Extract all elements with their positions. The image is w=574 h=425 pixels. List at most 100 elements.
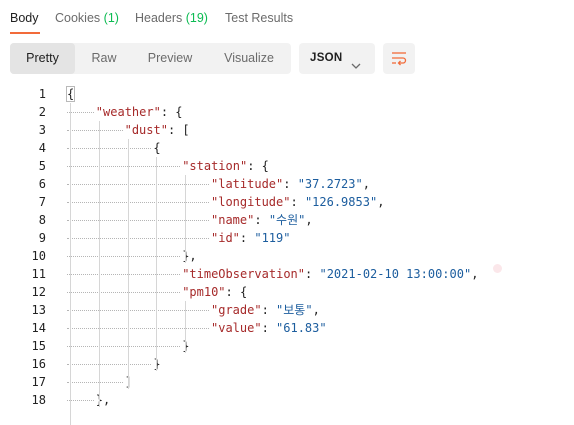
line-number: 17 <box>31 375 46 389</box>
line-number: 18 <box>31 393 46 407</box>
indent-whitespace-marker <box>67 166 181 167</box>
json-punctuation: : { <box>160 105 183 119</box>
json-punctuation: : <box>254 213 269 227</box>
line-number: 6 <box>38 177 46 191</box>
code-text: "station": { <box>182 157 269 175</box>
code-text: "dust": [ <box>125 121 190 139</box>
view-mode-switcher: Pretty Raw Preview Visualize <box>10 43 291 74</box>
json-key: "id" <box>211 231 240 245</box>
view-mode-raw-button[interactable]: Raw <box>75 43 133 74</box>
json-string-value: "61.83" <box>276 321 327 335</box>
format-select[interactable]: JSON <box>299 43 375 74</box>
indent-whitespace-marker <box>67 202 209 203</box>
json-string-value: "수원" <box>268 213 306 227</box>
code-text: "longitude": "126.9853", <box>211 193 384 211</box>
json-punctuation: { <box>65 86 76 102</box>
json-punctuation: : <box>239 231 255 245</box>
json-punctuation: , <box>312 303 320 317</box>
json-key: "pm10" <box>182 285 226 299</box>
line-number: 16 <box>31 357 46 371</box>
code-line: 7 "longitude": "126.9853", <box>0 193 574 211</box>
wrap-lines-button[interactable] <box>383 43 415 74</box>
indent-whitespace-marker <box>67 328 209 329</box>
json-punctuation: : { <box>225 285 248 299</box>
code-line: 1{ <box>0 85 574 103</box>
json-key: "weather" <box>95 105 161 119</box>
code-line: 18}, <box>0 391 574 409</box>
tab-test-results[interactable]: Test Results <box>225 11 293 25</box>
active-tab-indicator <box>10 32 40 34</box>
code-text: { <box>153 139 160 157</box>
tab-headers[interactable]: Headers (19) <box>135 11 208 25</box>
code-text: "grade": "보통", <box>211 301 320 319</box>
json-punctuation: , <box>377 195 385 209</box>
indent-whitespace-marker <box>67 346 181 347</box>
code-line: 11 "timeObservation": "2021-02-10 13:00:0… <box>0 265 574 283</box>
indent-whitespace-marker <box>67 220 209 221</box>
line-number: 3 <box>38 123 46 137</box>
code-line: 5 "station": { <box>0 157 574 175</box>
line-number: 8 <box>38 213 46 227</box>
code-text: "pm10": { <box>182 283 247 301</box>
json-punctuation: : <box>305 267 320 281</box>
json-key: "longitude" <box>211 195 291 209</box>
tab-body[interactable]: Body <box>10 11 39 25</box>
json-punctuation: : [ <box>167 123 190 137</box>
tab-headers-label: Headers <box>135 11 183 25</box>
view-mode-preview-button[interactable]: Preview <box>133 43 207 74</box>
code-line: 13 "grade": "보통", <box>0 301 574 319</box>
tab-cookies-label: Cookies <box>55 11 101 25</box>
view-mode-pretty-button[interactable]: Pretty <box>10 43 75 74</box>
format-select-value: JSON <box>310 52 343 64</box>
code-line: 8 "name": "수원", <box>0 211 574 229</box>
cursor-marker <box>493 264 502 273</box>
indent-whitespace-marker <box>67 238 209 239</box>
indent-whitespace-marker <box>67 364 152 365</box>
json-string-value: "126.9853" <box>304 195 378 209</box>
code-line: 4{ <box>0 139 574 157</box>
json-punctuation: : <box>283 177 298 191</box>
tab-test-results-label: Test Results <box>225 11 294 25</box>
json-punctuation: { <box>153 141 161 155</box>
json-string-value: "119" <box>254 231 291 245</box>
line-number: 2 <box>38 105 46 119</box>
indent-whitespace-marker <box>67 130 123 131</box>
tab-cookies[interactable]: Cookies (1) <box>55 11 119 25</box>
code-text: "name": "수원", <box>211 211 313 229</box>
indent-guide <box>185 301 187 353</box>
indent-whitespace-marker <box>67 382 123 383</box>
response-body-editor[interactable]: 1{2 "weather": {3 "dust": [4{5 "station": {… <box>0 85 574 425</box>
line-number: 10 <box>31 249 46 263</box>
json-key: "station" <box>182 159 248 173</box>
indent-guide <box>98 121 100 407</box>
indent-whitespace-marker <box>67 274 181 275</box>
json-key: "name" <box>211 213 255 227</box>
indent-whitespace-marker <box>67 292 181 293</box>
json-key: "timeObservation" <box>182 267 306 281</box>
indent-guide <box>70 103 71 425</box>
json-key: "dust" <box>124 123 168 137</box>
indent-whitespace-marker <box>67 148 152 149</box>
headers-count-badge: (19) <box>185 11 208 25</box>
line-number: 5 <box>38 159 46 173</box>
code-text: "id": "119" <box>211 229 290 247</box>
code-line: 6 "latitude": "37.2723", <box>0 175 574 193</box>
indent-whitespace-marker <box>67 256 181 257</box>
line-number: 1 <box>38 87 46 101</box>
json-punctuation: : <box>261 303 277 317</box>
json-string-value: "보통" <box>276 303 313 317</box>
json-string-value: "2021-02-10 13:00:00" <box>319 267 472 281</box>
indent-guide <box>156 157 158 371</box>
indent-whitespace-marker <box>67 400 94 401</box>
indent-guide <box>185 175 187 263</box>
view-mode-visualize-button[interactable]: Visualize <box>207 43 291 74</box>
json-punctuation: , <box>362 177 370 191</box>
tab-body-label: Body <box>10 11 39 25</box>
chevron-down-icon <box>351 56 361 74</box>
json-punctuation: , <box>471 267 479 281</box>
json-punctuation: : <box>261 321 277 335</box>
code-text: "value": "61.83" <box>211 319 327 337</box>
response-tabs: Body Cookies (1) Headers (19) Test Resul… <box>0 0 574 36</box>
line-number: 7 <box>38 195 46 209</box>
indent-whitespace-marker <box>67 184 209 185</box>
